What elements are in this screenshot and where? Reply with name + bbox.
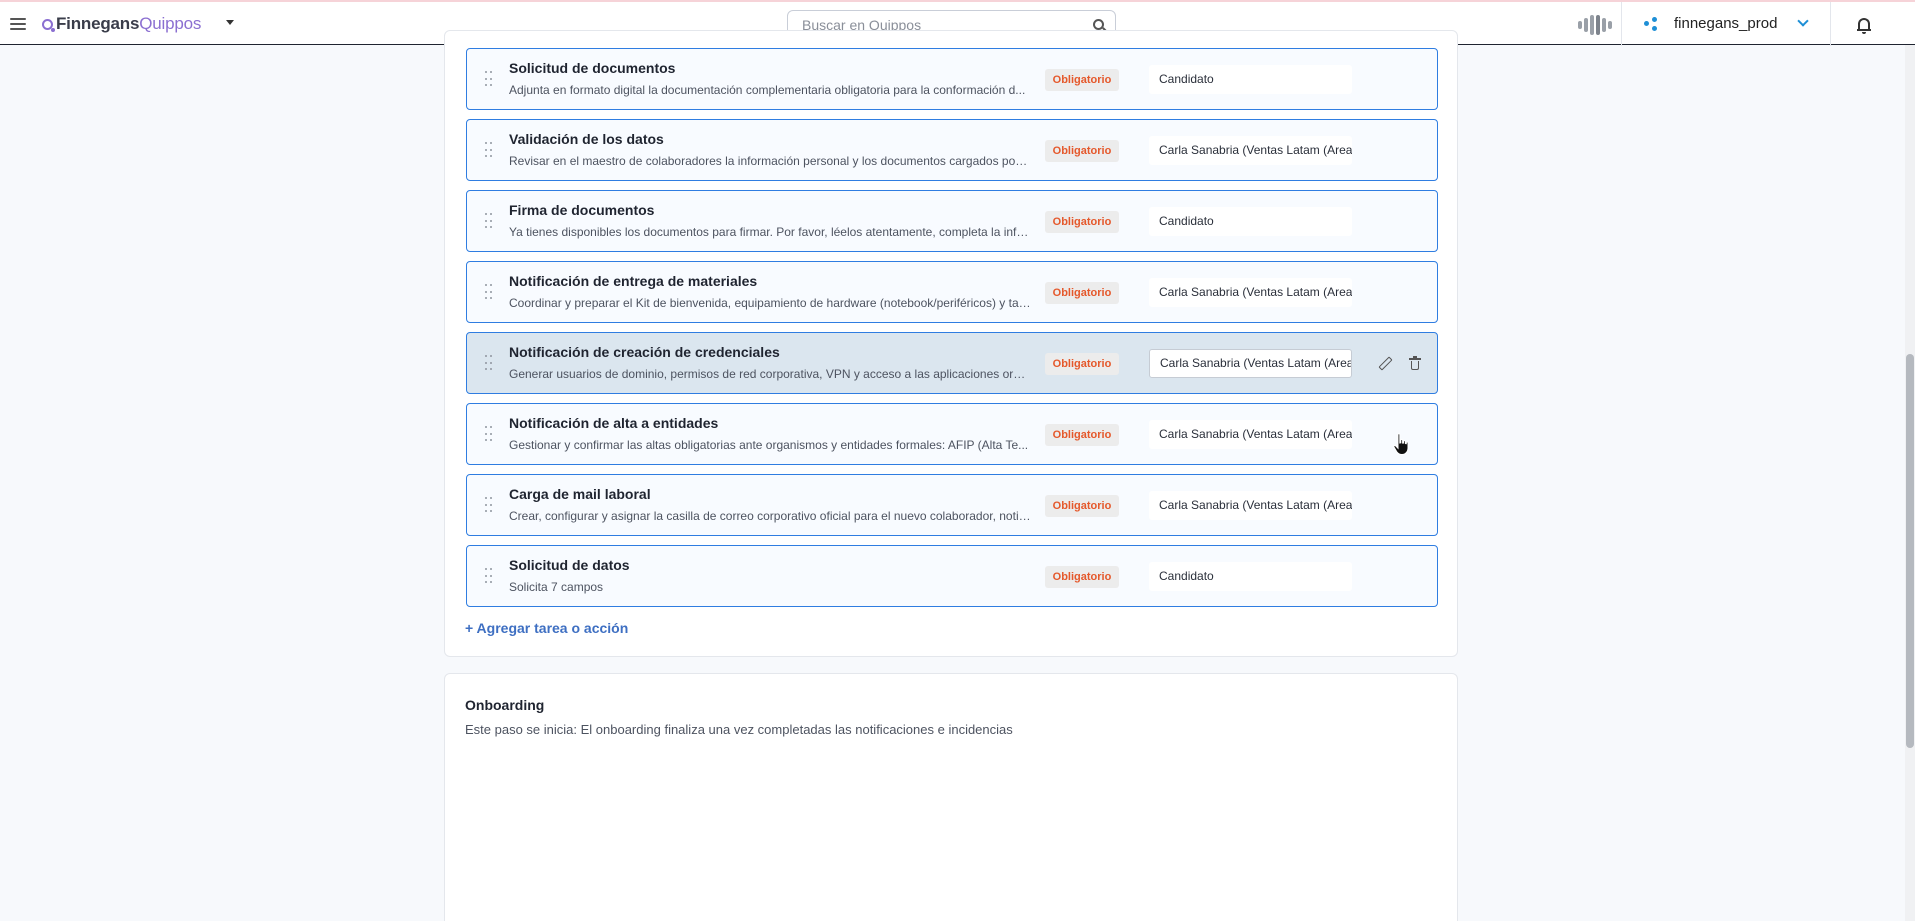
- assignee-field[interactable]: Carla Sanabria (Ventas Latam (Area: [1149, 136, 1352, 165]
- onboarding-panel: [444, 673, 1458, 921]
- search-icon[interactable]: [1093, 19, 1104, 30]
- drag-handle-icon[interactable]: [485, 568, 492, 585]
- task-title: Notificación de creación de credenciales: [509, 344, 780, 360]
- drag-handle-icon[interactable]: [485, 355, 492, 372]
- task-title: Firma de documentos: [509, 202, 655, 218]
- chevron-down-icon[interactable]: [1797, 15, 1810, 27]
- divider: [1830, 2, 1831, 46]
- assignee-field[interactable]: Candidato: [1149, 562, 1352, 591]
- required-badge: Obligatorio: [1045, 211, 1119, 233]
- task-description: Solicita 7 campos: [509, 580, 604, 594]
- required-badge: Obligatorio: [1045, 566, 1119, 588]
- task-row[interactable]: Solicitud de datos Solicita 7 campos Oblig…: [466, 545, 1438, 607]
- task-description: Ya tienes disponibles los documentos par…: [509, 225, 1031, 239]
- trash-icon[interactable]: [1409, 356, 1421, 371]
- task-description: Gestionar y confirmar las altas obligato…: [509, 438, 1029, 452]
- share-icon: [1644, 16, 1658, 31]
- drag-handle-icon[interactable]: [485, 71, 492, 88]
- required-badge: Obligatorio: [1045, 495, 1119, 517]
- onboarding-title: Onboarding: [465, 697, 545, 713]
- pencil-icon[interactable]: [1377, 357, 1391, 371]
- required-badge: Obligatorio: [1045, 424, 1119, 446]
- task-description: Coordinar y preparar el Kit de bienvenid…: [509, 296, 1031, 310]
- task-title: Validación de los datos: [509, 131, 664, 147]
- drag-handle-icon[interactable]: [485, 142, 492, 159]
- task-title: Solicitud de datos: [509, 557, 630, 573]
- drag-handle-icon[interactable]: [485, 213, 492, 230]
- task-row[interactable]: Notificación de entrega de materiales Coo…: [466, 261, 1438, 323]
- bell-icon[interactable]: [1857, 17, 1871, 34]
- task-row[interactable]: Notificación de creación de credenciales…: [466, 332, 1438, 394]
- task-title: Carga de mail laboral: [509, 486, 651, 502]
- scrollbar-thumb[interactable]: [1906, 354, 1914, 748]
- required-badge: Obligatorio: [1045, 353, 1119, 375]
- required-badge: Obligatorio: [1045, 69, 1119, 91]
- app-logo[interactable]: Finnegans Quippos: [42, 14, 201, 34]
- hand-cursor-icon: [1393, 433, 1409, 456]
- tenant-name: finnegans_prod: [1674, 15, 1778, 32]
- caret-down-icon[interactable]: [226, 20, 234, 25]
- assignee-field[interactable]: Carla Sanabria (Ventas Latam (Area: [1149, 349, 1352, 378]
- organization-logo-icon: [1578, 13, 1612, 37]
- task-title: Notificación de entrega de materiales: [509, 273, 758, 289]
- task-description: Crear, configurar y asignar la casilla d…: [509, 509, 1031, 523]
- assignee-field[interactable]: Candidato: [1149, 207, 1352, 236]
- required-badge: Obligatorio: [1045, 282, 1119, 304]
- assignee-field[interactable]: Carla Sanabria (Ventas Latam (Area: [1149, 278, 1352, 307]
- hamburger-icon[interactable]: [10, 18, 26, 30]
- task-title: Solicitud de documentos: [509, 60, 676, 76]
- divider: [1621, 2, 1622, 46]
- task-description: Generar usuarios de dominio, permisos de…: [509, 367, 1031, 381]
- assignee-field[interactable]: Candidato: [1149, 65, 1352, 94]
- brand-secondary: Quippos: [139, 14, 202, 33]
- drag-handle-icon[interactable]: [485, 497, 492, 514]
- drag-handle-icon[interactable]: [485, 426, 492, 443]
- task-description: Revisar en el maestro de colaboradores l…: [509, 154, 1031, 168]
- logo-mark-icon: [42, 18, 55, 32]
- add-task-button[interactable]: + Agregar tarea o acción: [465, 620, 628, 636]
- task-row[interactable]: Validación de los datos Revisar en el mae…: [466, 119, 1438, 181]
- brand-primary: Finnegans: [56, 14, 140, 33]
- task-row[interactable]: Firma de documentos Ya tienes disponibles…: [466, 190, 1438, 252]
- assignee-field[interactable]: Carla Sanabria (Ventas Latam (Area: [1149, 420, 1352, 449]
- task-row[interactable]: Carga de mail laboral Crear, configurar y…: [466, 474, 1438, 536]
- onboarding-description: Este paso se inicia: El onboarding final…: [465, 722, 1013, 737]
- drag-handle-icon[interactable]: [485, 284, 492, 301]
- tenant-selector[interactable]: finnegans_prod: [1644, 15, 1810, 32]
- required-badge: Obligatorio: [1045, 140, 1119, 162]
- task-description: Adjunta en formato digital la documentac…: [509, 83, 1026, 97]
- task-title: Notificación de alta a entidades: [509, 415, 719, 431]
- assignee-field[interactable]: Carla Sanabria (Ventas Latam (Area: [1149, 491, 1352, 520]
- task-row[interactable]: Notificación de alta a entidades Gestiona…: [466, 403, 1438, 465]
- task-row[interactable]: Solicitud de documentos Adjunta en format…: [466, 48, 1438, 110]
